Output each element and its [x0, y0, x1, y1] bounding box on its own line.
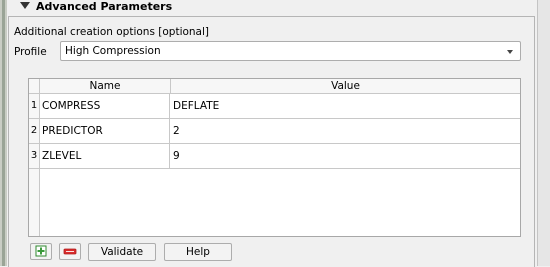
panel-scrollbar[interactable] [537, 0, 550, 266]
creation-options-label: Additional creation options [optional] [14, 26, 210, 38]
add-row-button[interactable] [30, 243, 52, 260]
table-header: Name Value [29, 79, 520, 94]
profile-value: High Compression [65, 45, 161, 57]
plus-icon [35, 245, 47, 257]
option-name-cell[interactable]: PREDICTOR [40, 119, 170, 143]
table-row[interactable]: 1 COMPRESS DEFLATE [29, 94, 520, 119]
profile-dropdown[interactable]: High Compression [60, 41, 521, 61]
collapse-arrow-icon[interactable] [20, 2, 30, 9]
advanced-parameters-header[interactable]: Advanced Parameters [12, 0, 532, 15]
chevron-down-icon [507, 50, 513, 54]
minus-icon [63, 248, 77, 255]
help-button[interactable]: Help [164, 243, 232, 261]
column-header-value[interactable]: Value [171, 79, 520, 93]
map-canvas-shade [2, 0, 5, 266]
row-header-strip [29, 169, 40, 236]
row-number[interactable]: 2 [29, 119, 40, 143]
remove-row-button[interactable] [59, 243, 81, 260]
option-name-cell[interactable]: COMPRESS [40, 94, 170, 118]
table-row[interactable]: 2 PREDICTOR 2 [29, 119, 520, 144]
row-number[interactable]: 1 [29, 94, 40, 118]
profile-label: Profile [14, 46, 47, 58]
option-value-cell[interactable]: DEFLATE [171, 94, 520, 118]
row-number[interactable]: 3 [29, 144, 40, 168]
table-row[interactable]: 3 ZLEVEL 9 [29, 144, 520, 169]
validate-button[interactable]: Validate [88, 243, 156, 261]
option-value-cell[interactable]: 2 [171, 119, 520, 143]
column-header-name[interactable]: Name [40, 79, 171, 93]
section-title: Advanced Parameters [36, 0, 173, 13]
map-canvas-edge [0, 0, 7, 266]
creation-options-table: Name Value 1 COMPRESS DEFLATE 2 PREDICTO… [28, 78, 521, 237]
header-corner [29, 79, 40, 93]
option-name-cell[interactable]: ZLEVEL [40, 144, 170, 168]
option-value-cell[interactable]: 9 [171, 144, 520, 168]
